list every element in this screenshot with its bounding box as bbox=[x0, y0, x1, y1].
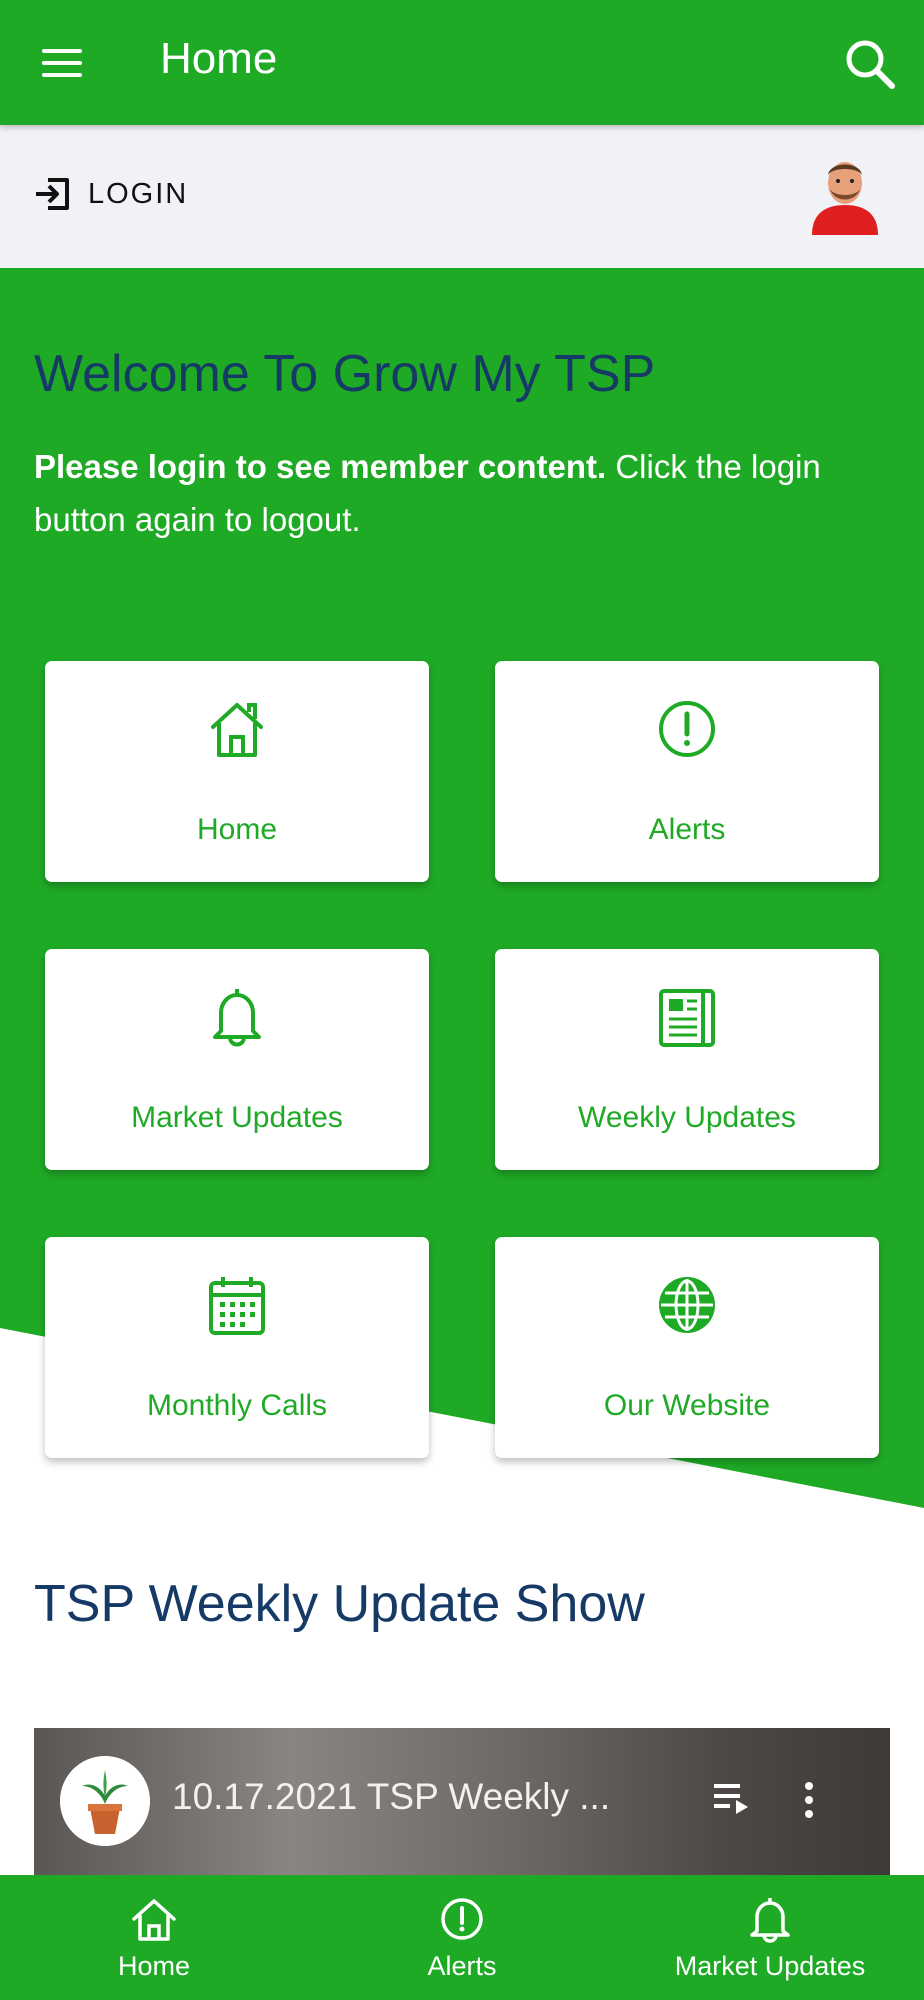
tile-monthly-calls[interactable]: Monthly Calls bbox=[45, 1237, 429, 1458]
tile-our-website[interactable]: Our Website bbox=[495, 1237, 879, 1458]
page-title: Home bbox=[160, 34, 278, 83]
tile-weekly-updates-label: Weekly Updates bbox=[578, 1101, 796, 1134]
globe-icon bbox=[659, 1277, 715, 1333]
playlist-icon[interactable] bbox=[714, 1780, 754, 1816]
bell-icon bbox=[750, 1898, 790, 1943]
nav-item-alerts[interactable]: Alerts bbox=[308, 1875, 616, 2000]
video-title: 10.17.2021 TSP Weekly ... bbox=[172, 1776, 611, 1817]
tile-home-label: Home bbox=[196, 813, 278, 846]
video-player[interactable]: 10.17.2021 TSP Weekly ... bbox=[34, 1728, 890, 1875]
login-strip: LOGIN bbox=[0, 125, 924, 268]
alert-icon bbox=[441, 1898, 483, 1940]
nav-home-label: Home bbox=[117, 1951, 191, 1981]
alert-icon bbox=[659, 701, 715, 757]
welcome-bold-text: Please login to see member content. bbox=[34, 448, 607, 485]
home-icon bbox=[211, 703, 263, 757]
app-bar: Home bbox=[0, 0, 924, 125]
avatar[interactable] bbox=[810, 153, 880, 235]
newspaper-icon bbox=[659, 989, 715, 1047]
show-section-title: TSP Weekly Update Show bbox=[34, 1575, 645, 1633]
login-label: LOGIN bbox=[88, 177, 189, 210]
tile-market-updates-label: Market Updates bbox=[131, 1101, 343, 1134]
tile-alerts[interactable]: Alerts bbox=[495, 661, 879, 882]
login-button[interactable]: LOGIN bbox=[34, 177, 188, 211]
welcome-text: Please login to see member content. Clic… bbox=[34, 440, 894, 546]
nav-alerts-label: Alerts bbox=[427, 1951, 497, 1981]
tile-weekly-updates[interactable]: Weekly Updates bbox=[495, 949, 879, 1170]
more-options-icon[interactable] bbox=[802, 1780, 816, 1820]
calendar-icon bbox=[209, 1277, 265, 1335]
tile-alerts-label: Alerts bbox=[648, 813, 726, 846]
tile-market-updates[interactable]: Market Updates bbox=[45, 949, 429, 1170]
channel-logo[interactable] bbox=[60, 1756, 150, 1846]
nav-item-market-updates[interactable]: Market Updates bbox=[616, 1875, 924, 2000]
search-button[interactable] bbox=[840, 34, 900, 94]
hero-section: Welcome To Grow My TSP Please login to s… bbox=[0, 268, 924, 1518]
nav-item-home[interactable]: Home bbox=[0, 1875, 308, 2000]
tile-monthly-calls-label: Monthly Calls bbox=[146, 1389, 328, 1422]
welcome-title: Welcome To Grow My TSP bbox=[34, 345, 656, 403]
bell-icon bbox=[213, 989, 261, 1047]
bottom-navigation: Home Alerts Market Updates bbox=[0, 1875, 924, 2000]
menu-button[interactable] bbox=[30, 38, 94, 88]
login-icon bbox=[36, 178, 69, 210]
tile-our-website-label: Our Website bbox=[603, 1389, 771, 1422]
home-icon bbox=[132, 1899, 176, 1941]
nav-market-updates-label: Market Updates bbox=[674, 1951, 866, 1981]
menu-icon bbox=[42, 49, 82, 53]
search-icon bbox=[846, 40, 895, 89]
tile-home[interactable]: Home bbox=[45, 661, 429, 882]
